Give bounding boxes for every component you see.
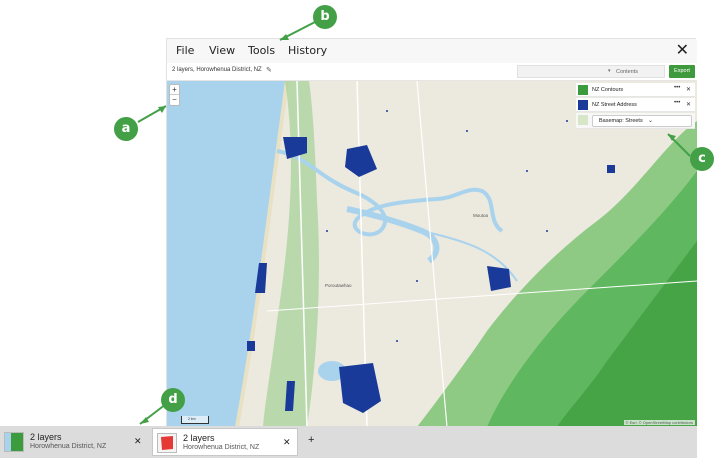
menu-file[interactable]: File: [176, 44, 194, 57]
address-point: [396, 340, 398, 342]
menu-history[interactable]: History: [288, 44, 327, 57]
contents-search[interactable]: ▾ Contents: [517, 65, 665, 78]
scale-bar: 2 km: [181, 416, 209, 424]
address-point: [386, 110, 388, 112]
layers-panel: NZ Contours ••• ✕ NZ Street Address ••• …: [576, 83, 695, 130]
more-options-icon[interactable]: •••: [674, 85, 680, 91]
screenshot-stage: File View Tools History ✕ 2 layers, Horo…: [0, 0, 720, 458]
contents-label: Contents: [616, 69, 639, 75]
tab-thumbnail: [157, 433, 177, 453]
zoom-out-button[interactable]: −: [170, 95, 179, 105]
basemap-thumb: [578, 115, 588, 125]
address-cluster: [487, 266, 511, 291]
tab-bar: 2 layers Horowhenua District, NZ ✕ 2 lay…: [0, 426, 697, 458]
close-tab-icon[interactable]: ✕: [134, 436, 142, 447]
address-point: [416, 280, 418, 282]
chevron-down-icon: ⌄: [648, 118, 654, 124]
callout-arrow-a: [137, 105, 167, 123]
basemap-select[interactable]: Basemap: Streets ⌄: [592, 115, 692, 127]
address-cluster: [247, 341, 255, 351]
zoom-in-button[interactable]: +: [170, 85, 179, 95]
close-icon[interactable]: ✕: [676, 41, 689, 59]
close-tab-icon[interactable]: ✕: [283, 437, 291, 448]
toolbar: 2 layers, Horowhenua District, NZ ✎ ▾ Co…: [167, 63, 697, 81]
menu-tools[interactable]: Tools: [248, 44, 275, 57]
tab-thumbnail: [4, 432, 24, 452]
export-button[interactable]: Export: [669, 65, 695, 78]
address-point: [566, 120, 568, 122]
callout-c: c: [690, 147, 714, 171]
address-cluster: [607, 165, 615, 173]
map-canvas[interactable]: Moutoa Poroutawhao: [167, 81, 697, 427]
scale-label: 2 km: [188, 417, 196, 421]
tab-map-1[interactable]: 2 layers Horowhenua District, NZ ✕: [0, 428, 150, 456]
close-icon[interactable]: ✕: [686, 86, 691, 93]
address-point: [326, 230, 328, 232]
address-point: [466, 130, 468, 132]
close-icon[interactable]: ✕: [686, 101, 691, 108]
caret-down-icon: ▾: [608, 68, 611, 74]
layer-row-nz-contours[interactable]: NZ Contours ••• ✕: [576, 83, 695, 97]
menu-bar: File View Tools History ✕: [167, 39, 697, 63]
more-options-icon[interactable]: •••: [674, 100, 680, 106]
tab-title: 2 layers: [183, 433, 215, 443]
location-label: 2 layers, Horowhenua District, NZ: [172, 67, 262, 73]
callout-arrow-d: [139, 403, 167, 425]
new-tab-button[interactable]: +: [308, 434, 314, 446]
place-label-poroutawhao: Poroutawhao: [325, 283, 352, 288]
callout-b: b: [313, 5, 337, 29]
callout-a: a: [114, 117, 138, 141]
callout-d: d: [161, 388, 185, 412]
layer-swatch: [578, 100, 588, 110]
map-view[interactable]: Moutoa Poroutawhao + − NZ Contours ••• ✕…: [167, 81, 697, 427]
tab-title: 2 layers: [30, 432, 62, 442]
arrowhead: [140, 417, 149, 424]
layer-row-nz-street-address[interactable]: NZ Street Address ••• ✕: [576, 98, 695, 112]
tab-subtitle: Horowhenua District, NZ: [30, 443, 107, 450]
basemap-label: Basemap: Streets: [599, 118, 643, 124]
basemap-row: Basemap: Streets ⌄: [576, 113, 695, 129]
menu-view[interactable]: View: [209, 44, 235, 57]
address-point: [526, 170, 528, 172]
map-attribution: © Esri, © OpenStreetMap contributors: [623, 420, 695, 425]
layer-swatch: [578, 85, 588, 95]
place-label-moutoa: Moutoa: [473, 213, 489, 218]
app-window: File View Tools History ✕ 2 layers, Horo…: [166, 38, 697, 427]
address-point: [546, 230, 548, 232]
tab-subtitle: Horowhenua District, NZ: [183, 444, 260, 451]
arrowhead: [158, 106, 166, 113]
pencil-icon[interactable]: ✎: [266, 66, 272, 74]
tab-map-2[interactable]: 2 layers Horowhenua District, NZ ✕: [152, 428, 298, 456]
layer-name: NZ Contours: [592, 87, 624, 93]
layer-name: NZ Street Address: [592, 102, 637, 108]
zoom-control: + −: [169, 84, 180, 106]
